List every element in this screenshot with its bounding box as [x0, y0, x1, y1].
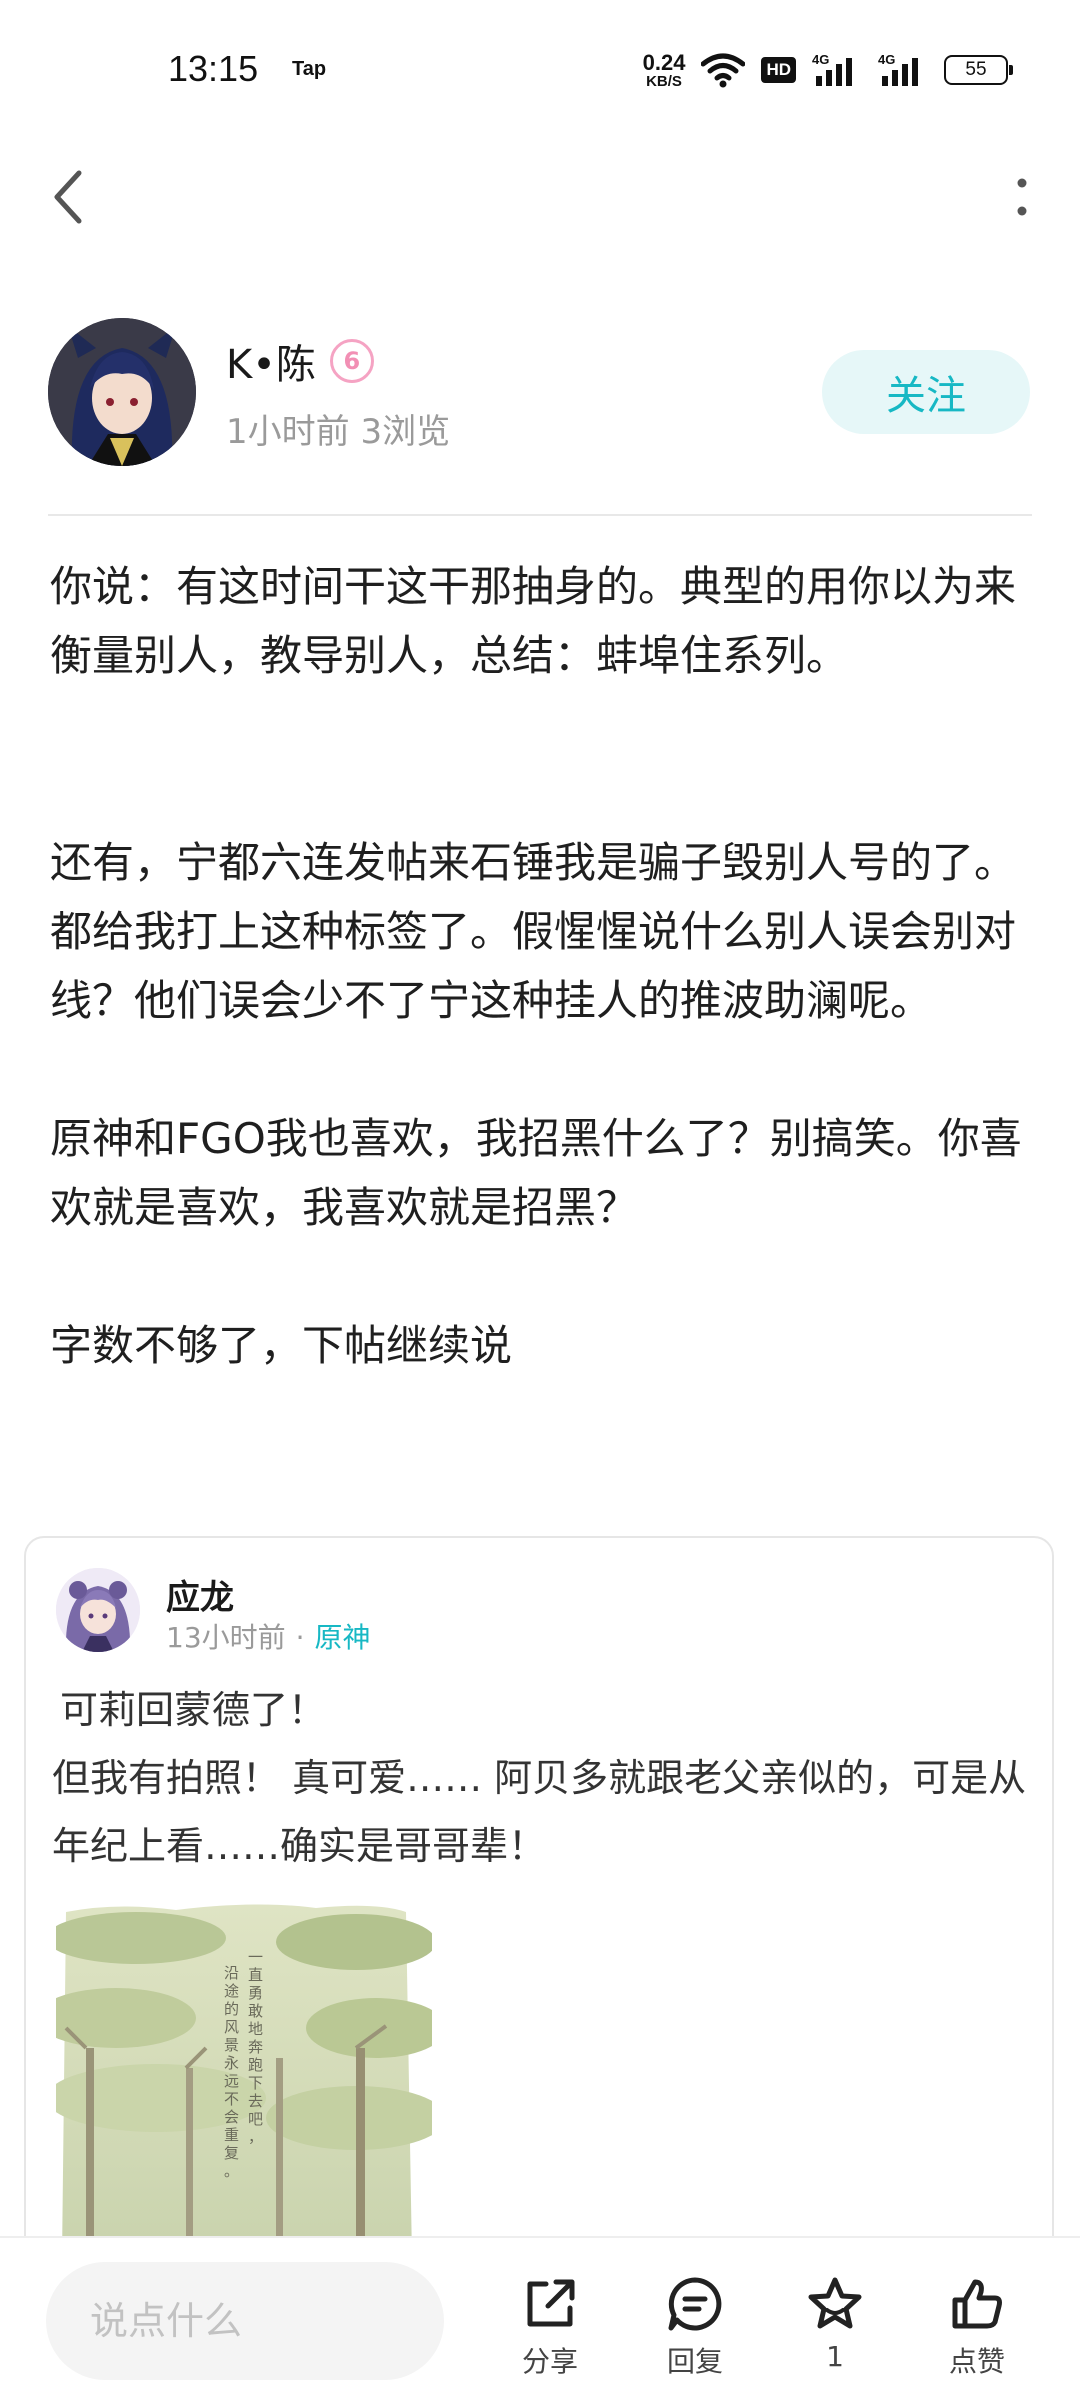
- status-time: 13:15: [168, 48, 259, 89]
- status-bar: 13:15 Tap 0.24 KB/S HD 4G 4G 55: [0, 0, 1080, 140]
- author-name[interactable]: K•陈: [226, 332, 316, 390]
- quoted-post-image[interactable]: 沿途的风景永远不会重复。 一直勇敢地奔跑下去吧，: [36, 1898, 446, 2254]
- divider: [48, 514, 1032, 516]
- meta-separator: ·: [295, 1621, 305, 1654]
- network-speed-value: 0.24: [642, 49, 686, 75]
- post-body: 你说：有这时间干这干那抽身的。典型的用你以为来衡量别人，教导别人，总结：蚌埠住系…: [50, 552, 1040, 1380]
- hd-voice-icon: HD: [761, 57, 796, 83]
- quoted-line: 可莉回蒙德了！: [60, 1688, 327, 1732]
- signal-4g-icon: 4G: [812, 52, 852, 86]
- quoted-author-avatar[interactable]: [56, 1568, 140, 1652]
- svg-text:沿途的风景永远不会重复。: 沿途的风景永远不会重复。: [224, 1964, 239, 2180]
- reply-button[interactable]: 回复: [635, 2274, 755, 2380]
- like-label: 点赞: [948, 2345, 1005, 2378]
- post-paragraph: 字数不够了，下帖继续说: [50, 1321, 513, 1370]
- status-app-indicator: Tap: [292, 58, 327, 80]
- like-button[interactable]: 点赞: [917, 2274, 1037, 2380]
- author-avatar[interactable]: [48, 318, 196, 466]
- back-button[interactable]: [40, 162, 96, 232]
- favorite-button[interactable]: 1: [775, 2274, 895, 2373]
- network-speed-unit: KB/S: [646, 72, 682, 90]
- post-paragraph: 你说：有这时间干这干那抽身的。典型的用你以为来衡量别人，教导别人，总结：蚌埠住系…: [50, 562, 1017, 680]
- share-button[interactable]: 分享: [490, 2274, 610, 2380]
- follow-button[interactable]: 关注: [822, 350, 1030, 434]
- status-icons: 0.24 KB/S HD 4G 4G 55: [642, 46, 1013, 94]
- svg-text:4G: 4G: [878, 52, 895, 67]
- more-vertical-icon: [1017, 178, 1027, 216]
- post-meta: 1小时前 3浏览: [226, 412, 451, 452]
- comment-input[interactable]: [46, 2262, 444, 2380]
- star-icon: [808, 2277, 862, 2329]
- svg-text:一直勇敢地奔跑下去吧，: 一直勇敢地奔跑下去吧，: [248, 1948, 263, 2146]
- network-speed: 0.24 KB/S: [642, 49, 686, 90]
- battery-icon: 55: [944, 55, 1013, 85]
- more-options-button[interactable]: [994, 162, 1050, 232]
- back-arrow-icon: [54, 170, 82, 224]
- quoted-author-name[interactable]: 应龙: [166, 1570, 234, 1619]
- favorite-count: 1: [826, 2340, 844, 2373]
- share-label: 分享: [521, 2345, 578, 2378]
- signal-4g-icon-2: 4G: [878, 52, 918, 86]
- quoted-post-meta: 13小时前 · 原神: [166, 1616, 371, 1656]
- post-paragraph: 原神和FGO我也喜欢，我招黑什么了？别搞笑。你喜欢就是喜欢，我喜欢就是招黑？: [50, 1114, 1022, 1232]
- quoted-line: 但我有拍照！ 真可爱…… 阿贝多就跟老父亲似的，可是从年纪上看……确实是哥哥辈！: [52, 1756, 1027, 1868]
- quoted-post-card[interactable]: 应龙 13小时前 · 原神 可莉回蒙德了！ 但我有拍照！ 真可爱…… 阿贝多就跟老父…: [24, 1536, 1054, 2256]
- wifi-icon: [701, 53, 746, 88]
- reply-label: 回复: [666, 2345, 723, 2378]
- level-badge: 6: [329, 339, 374, 383]
- svg-text:4G: 4G: [812, 52, 829, 67]
- quoted-post-tag[interactable]: 原神: [315, 1621, 371, 1654]
- author-name-row: K•陈 6: [226, 332, 374, 390]
- thumbs-up-icon: [952, 2279, 1002, 2329]
- comment-icon: [668, 2277, 722, 2331]
- share-icon: [527, 2279, 575, 2327]
- quoted-post-text: 可莉回蒙德了！ 但我有拍照！ 真可爱…… 阿贝多就跟老父亲似的，可是从年纪上看……: [52, 1676, 1042, 1880]
- bottom-action-bar: 分享 回复 1 点赞: [0, 2236, 1080, 2400]
- quoted-post-time: 13小时前: [166, 1621, 286, 1654]
- post-paragraph: 还有，宁都六连发帖来石锤我是骗子毁别人号的了。都给我打上这种标签了。假惺惺说什么…: [50, 838, 1017, 1025]
